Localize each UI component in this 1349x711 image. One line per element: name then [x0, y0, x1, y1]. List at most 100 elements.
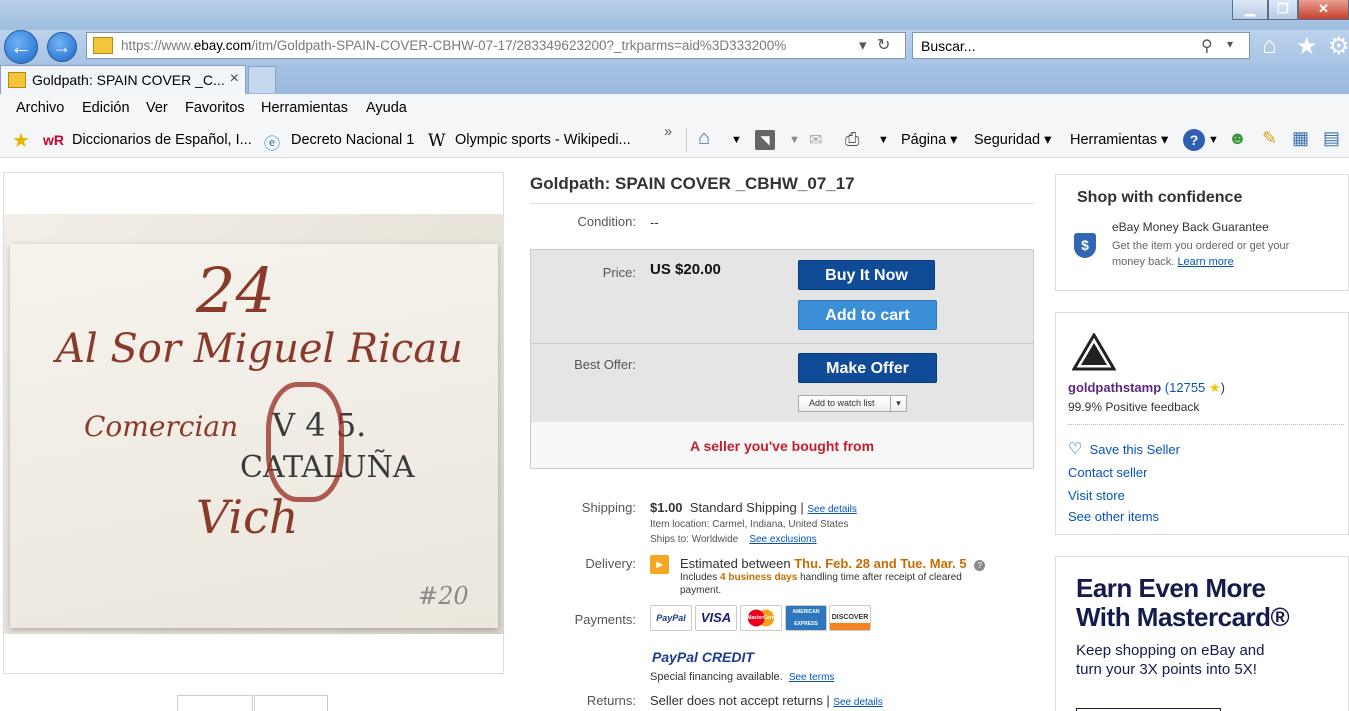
mastercard-ad[interactable]: Earn Even More With Mastercard® Keep sho… [1055, 556, 1349, 711]
seller-divider [1068, 424, 1344, 425]
help-dropdown-icon[interactable]: ▼ [1208, 134, 1219, 146]
see-terms-link[interactable]: See terms [789, 672, 835, 683]
ad-headline-1: Earn Even More [1076, 573, 1266, 603]
returns-text: Seller does not accept returns | [650, 693, 830, 708]
favorites-more-icon[interactable]: » [664, 124, 672, 140]
add-to-watch-list-button[interactable]: Add to watch list ▾ [798, 395, 907, 412]
ships-to-text: Ships to: Worldwide [650, 534, 739, 545]
shipping-value: $1.00 Standard Shipping | See details [650, 500, 857, 515]
contact-seller-link[interactable]: Contact seller [1068, 465, 1147, 480]
see-other-items-link[interactable]: See other items [1068, 509, 1159, 524]
print-dropdown-icon[interactable]: ▼ [878, 134, 889, 146]
search-icon[interactable]: ⚲ [1201, 36, 1213, 56]
read-mail-icon[interactable]: ✉ [809, 130, 822, 150]
ink-vich: Vich [196, 490, 299, 544]
site-favicon-icon [93, 37, 113, 54]
menu-bar: Archivo Edición Ver Favoritos Herramient… [0, 94, 1349, 122]
tab-active[interactable]: Goldpath: SPAIN COVER _C... × [0, 65, 246, 94]
buy-it-now-button[interactable]: Buy It Now [798, 260, 935, 290]
seller-feedback-percent: 99.9% Positive feedback [1068, 400, 1200, 414]
favorites-bar: ★ wR Diccionarios de Español, I... ⓔ Dec… [0, 122, 1349, 158]
condition-value: -- [650, 215, 659, 230]
pencil-icon[interactable]: ✎ [1262, 128, 1277, 149]
research-icon[interactable]: ▤ [1323, 128, 1340, 149]
learn-more-link[interactable]: Learn more [1177, 256, 1233, 268]
minimize-button[interactable]: ▁ [1232, 0, 1268, 20]
forward-button[interactable]: → [47, 32, 77, 62]
translate-icon[interactable]: ▦ [1292, 128, 1309, 149]
favorites-star-icon[interactable]: ★ [1296, 32, 1318, 61]
new-tab-button[interactable] [248, 66, 276, 93]
payments-label: Payments: [574, 612, 636, 627]
rss-dropdown-icon[interactable]: ▼ [789, 134, 800, 146]
watch-list-dropdown-icon[interactable]: ▾ [890, 396, 906, 411]
menu-ayuda[interactable]: Ayuda [366, 100, 407, 116]
ink-number: 24 [196, 254, 275, 327]
thumbnail-1[interactable] [177, 695, 253, 711]
ink-comerciante: Comercian [84, 410, 239, 443]
delivery-label: Delivery: [585, 556, 636, 571]
visit-store-link[interactable]: Visit store [1068, 488, 1125, 503]
back-arrow-icon: ← [10, 34, 32, 59]
settings-gear-icon[interactable]: ⚙ [1328, 32, 1349, 61]
favorite-diccionarios[interactable]: Diccionarios de Español, I... [72, 132, 252, 148]
menu-herramientas[interactable]: Herramientas [261, 100, 348, 116]
help-icon[interactable]: ? [1183, 129, 1205, 151]
address-row: ← → https://www.ebay.com/itm/Goldpath-SP… [0, 30, 1349, 64]
command-pagina[interactable]: Página ▾ [901, 132, 957, 148]
red-postmark-oval [266, 382, 344, 502]
delivery-help-icon[interactable]: ? [974, 560, 986, 571]
menu-favoritos[interactable]: Favoritos [185, 100, 245, 116]
refresh-icon[interactable]: ↻ [877, 35, 890, 55]
address-bar[interactable]: https://www.ebay.com/itm/Goldpath-SPAIN-… [86, 32, 906, 59]
home-page-icon[interactable]: ⌂ [698, 127, 710, 150]
special-financing-text: Special financing available. [650, 671, 783, 683]
returns-label: Returns: [586, 693, 636, 708]
tab-favicon-icon [8, 72, 26, 88]
best-offer-label: Best Offer: [574, 357, 636, 372]
close-icon: ✕ [1318, 1, 1329, 16]
search-input[interactable]: Buscar... [921, 38, 975, 54]
menu-archivo[interactable]: Archivo [16, 100, 64, 116]
price-label: Price: [602, 265, 636, 280]
favorite-decreto[interactable]: Decreto Nacional 1 [291, 132, 414, 148]
returns-see-details-link[interactable]: See details [833, 697, 882, 708]
paypal-credit-word1: PayPal [652, 649, 698, 665]
back-button[interactable]: ← [4, 30, 38, 64]
maximize-button[interactable]: ❐ [1268, 0, 1298, 20]
wikipedia-icon: W [428, 131, 446, 151]
tab-close-icon[interactable]: × [230, 70, 239, 88]
search-dropdown-icon[interactable]: ▾ [859, 36, 867, 54]
discover-card-icon: DISCOVER [829, 605, 871, 631]
search-box[interactable]: Buscar... ⚲ ▾ [912, 32, 1250, 59]
see-exclusions-link[interactable]: See exclusions [749, 534, 816, 545]
thumbnail-2[interactable] [254, 695, 328, 711]
item-photo-cover-letter: 24 Al Sor Miguel Ricau Comercian V 4 5. … [4, 214, 504, 634]
rss-feed-icon[interactable]: ◥ [755, 130, 775, 150]
favorite-olympic[interactable]: Olympic sports - Wikipedi... [455, 132, 631, 148]
add-favorite-star-icon[interactable]: ★ [12, 128, 30, 153]
messenger-icon[interactable]: ☻ [1228, 128, 1247, 149]
item-image-panel[interactable]: 24 Al Sor Miguel Ricau Comercian V 4 5. … [3, 172, 504, 674]
ad-headline-2: With Mastercard® [1076, 602, 1290, 632]
home-icon[interactable]: ⌂ [1262, 32, 1277, 60]
command-herramientas[interactable]: Herramientas ▾ [1070, 132, 1168, 148]
guarantee-text-2-a: money back. [1112, 256, 1175, 268]
menu-edicion[interactable]: Edición [82, 100, 130, 116]
add-to-cart-button[interactable]: Add to cart [798, 300, 937, 330]
seller-name-link[interactable]: goldpathstamp [1068, 380, 1161, 395]
save-seller-link[interactable]: ♡ Save this Seller [1068, 439, 1180, 459]
title-divider [530, 203, 1034, 204]
search-options-icon[interactable]: ▾ [1227, 37, 1233, 51]
page-content: 24 Al Sor Miguel Ricau Comercian V 4 5. … [0, 158, 1349, 711]
feedback-score-link[interactable]: (12755 [1165, 380, 1205, 395]
close-window-button[interactable]: ✕ [1298, 0, 1349, 20]
seller-bought-from-note: A seller you've bought from [690, 438, 875, 454]
command-seguridad[interactable]: Seguridad ▾ [974, 132, 1051, 148]
menu-ver[interactable]: Ver [146, 100, 168, 116]
maximize-icon: ❐ [1277, 1, 1289, 16]
home-dropdown-icon[interactable]: ▼ [731, 134, 742, 146]
make-offer-button[interactable]: Make Offer [798, 353, 937, 383]
print-icon[interactable]: ⎙ [845, 129, 859, 150]
shipping-see-details-link[interactable]: See details [807, 504, 856, 515]
